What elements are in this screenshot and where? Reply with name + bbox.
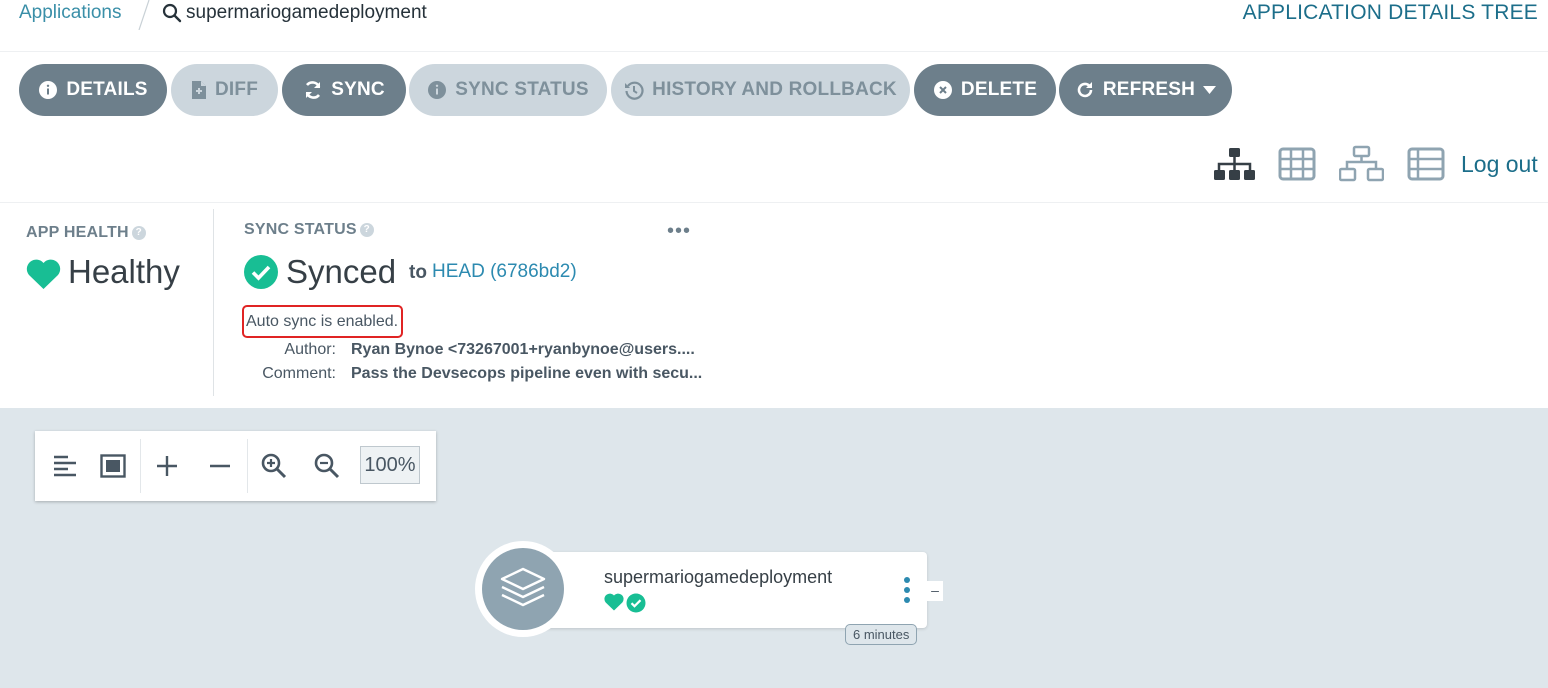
sync-to-label: to [409,262,427,283]
zoom-out-icon[interactable] [312,451,342,481]
network-view-icon[interactable] [1339,144,1384,184]
breadcrumb-app-name[interactable]: supermariogamedeployment [186,2,427,24]
graph-toolbar: 100% [35,431,436,501]
app-health-value: Healthy [68,253,180,290]
history-rollback-button-label: HISTORY AND ROLLBACK [652,79,897,100]
details-button-label: DETAILS [66,79,148,100]
page-title: APPLICATION DETAILS TREE [1242,1,1538,24]
check-circle-icon [244,255,278,289]
kebab-menu-icon[interactable] [901,576,913,604]
file-diff-icon [191,81,206,99]
delete-button-label: DELETE [960,79,1038,100]
more-options-icon[interactable]: ••• [667,220,691,243]
sync-button-label: SYNC [331,79,385,100]
app-health-label: APP HEALTH? [26,224,146,242]
zoom-level-display: 100% [360,446,420,484]
author-value: Ryan Bynoe <73267001+ryanbynoe@users.... [351,341,695,358]
sync-status-button[interactable]: SYNC STATUS [409,64,607,116]
history-rollback-button[interactable]: HISTORY AND ROLLBACK [611,64,910,116]
refresh-button-label: REFRESH [1102,79,1196,100]
expand-plus-icon[interactable] [152,451,182,481]
refresh-icon [1077,82,1093,98]
heart-icon [604,593,624,611]
node-collapse-button[interactable]: – [927,581,943,601]
breadcrumb-separator [138,0,150,30]
info-icon [428,81,447,99]
delete-button[interactable]: DELETE [914,64,1056,116]
heart-icon [26,259,61,289]
application-node[interactable] [520,552,927,628]
logout-link[interactable]: Log out [1461,151,1538,178]
help-icon[interactable]: ? [131,225,146,240]
node-age-badge: 6 minutes [845,624,918,645]
sync-status-button-label: SYNC STATUS [455,79,589,100]
help-icon[interactable]: ? [359,222,374,237]
sync-status-label: SYNC STATUS? [244,221,374,239]
details-button[interactable]: DETAILS [19,64,167,116]
author-label: Author: [284,341,336,358]
header-divider [0,202,1548,203]
top-bar: Applications supermariogamedeployment AP… [0,0,1548,52]
pods-grid-view-icon[interactable] [1278,144,1316,184]
sync-status-value: Synced [286,253,397,290]
close-circle-icon [933,81,952,99]
diff-button[interactable]: DIFF [171,64,278,116]
sync-icon [305,81,321,99]
tree-view-icon[interactable] [1213,144,1256,184]
status-divider [213,209,214,396]
zoom-in-icon[interactable] [259,451,289,481]
layers-icon [500,567,546,607]
node-icon-circle[interactable] [482,548,564,630]
sync-status-label-text: SYNC STATUS [244,221,357,238]
app-health-label-text: APP HEALTH [26,224,129,241]
info-icon [39,81,58,99]
caret-down-icon [1203,86,1217,94]
auto-sync-status: Auto sync is enabled. [242,305,403,338]
align-left-icon[interactable] [50,451,80,481]
node-name[interactable]: supermariogamedeployment [604,567,832,588]
breadcrumb-applications-link[interactable]: Applications [19,2,121,24]
collapse-minus-icon[interactable] [205,451,235,481]
toolbar-separator [247,439,248,493]
history-icon [625,81,644,100]
refresh-button[interactable]: REFRESH [1059,64,1232,116]
toolbar-separator [140,439,141,493]
comment-label: Comment: [262,365,336,382]
fit-screen-icon[interactable] [98,451,128,481]
diff-button-label: DIFF [214,79,258,100]
comment-value: Pass the Devsecops pipeline even with se… [351,365,703,382]
sync-revision-link[interactable]: HEAD (6786bd2) [432,261,577,283]
check-circle-icon [626,593,646,613]
node-status-icons [604,593,646,613]
sync-button[interactable]: SYNC [282,64,406,116]
search-icon[interactable] [162,3,182,23]
list-view-icon[interactable] [1407,144,1445,184]
